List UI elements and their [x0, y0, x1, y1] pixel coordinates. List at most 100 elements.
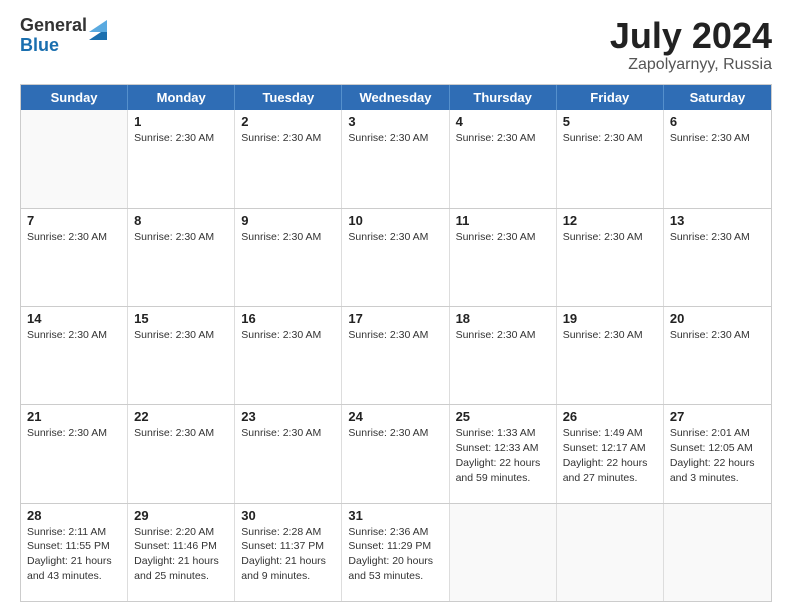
day-number: 30	[241, 508, 335, 523]
day-number: 26	[563, 409, 657, 424]
header: General Blue July 2024 Zapolyarnyy, Russ…	[20, 16, 772, 74]
logo-general-text: General	[20, 16, 87, 36]
day-number: 25	[456, 409, 550, 424]
calendar-row: 1Sunrise: 2:30 AM2Sunrise: 2:30 AM3Sunri…	[21, 110, 771, 208]
day-number: 10	[348, 213, 442, 228]
cell-info: Sunrise: 2:30 AM	[563, 131, 657, 146]
cell-info: Sunrise: 2:30 AM	[134, 230, 228, 245]
cell-info: Sunrise: 2:28 AMSunset: 11:37 PMDaylight…	[241, 525, 335, 584]
day-number: 4	[456, 114, 550, 129]
cell-info: Sunrise: 2:30 AM	[348, 328, 442, 343]
cell-info: Sunrise: 2:30 AM	[27, 230, 121, 245]
cell-info: Sunrise: 2:30 AM	[27, 328, 121, 343]
page: General Blue July 2024 Zapolyarnyy, Russ…	[0, 0, 792, 612]
day-number: 2	[241, 114, 335, 129]
cal-header-cell: Saturday	[664, 85, 771, 110]
calendar-cell: 24Sunrise: 2:30 AM	[342, 405, 449, 502]
calendar-cell	[664, 504, 771, 601]
logo: General Blue	[20, 16, 107, 56]
day-number: 21	[27, 409, 121, 424]
cell-info: Sunrise: 2:30 AM	[241, 131, 335, 146]
calendar-cell	[21, 110, 128, 208]
cell-info: Sunrise: 2:30 AM	[670, 131, 765, 146]
calendar-cell: 16 Sunrise: 2:30 AM	[235, 307, 342, 404]
day-number: 14	[27, 311, 121, 326]
calendar-row: 28Sunrise: 2:11 AMSunset: 11:55 PMDaylig…	[21, 503, 771, 601]
cell-info: Sunrise: 2:30 AM	[241, 426, 335, 441]
day-number: 3	[348, 114, 442, 129]
cell-info: Sunrise: 2:30 AM	[134, 328, 228, 343]
calendar-cell: 25 Sunrise: 1:33 AMSunset: 12:33 AMDaylig…	[450, 405, 557, 502]
cell-info: Sunrise: 2:30 AM	[134, 426, 228, 441]
calendar-cell: 20 Sunrise: 2:30 AM	[664, 307, 771, 404]
cell-info: Sunrise: 2:30 AM	[456, 230, 550, 245]
day-number: 11	[456, 213, 550, 228]
day-number: 9	[241, 213, 335, 228]
calendar-cell: 18 Sunrise: 2:30 AM	[450, 307, 557, 404]
calendar-cell: 15Sunrise: 2:30 AM	[128, 307, 235, 404]
calendar-cell: 14 Sunrise: 2:30 AM	[21, 307, 128, 404]
calendar-cell: 22 Sunrise: 2:30 AM	[128, 405, 235, 502]
cell-info: Sunrise: 2:30 AM	[27, 426, 121, 441]
day-number: 20	[670, 311, 765, 326]
cell-info: Sunrise: 2:30 AM	[670, 328, 765, 343]
cell-info: Sunrise: 2:20 AMSunset: 11:46 PMDaylight…	[134, 525, 228, 584]
calendar-cell: 7 Sunrise: 2:30 AM	[21, 209, 128, 306]
cell-info: Sunrise: 2:36 AMSunset: 11:29 PMDaylight…	[348, 525, 442, 584]
calendar-body: 1Sunrise: 2:30 AM2Sunrise: 2:30 AM3Sunri…	[21, 110, 771, 601]
cell-info: Sunrise: 2:30 AM	[241, 230, 335, 245]
calendar-cell: 30 Sunrise: 2:28 AMSunset: 11:37 PMDaylig…	[235, 504, 342, 601]
calendar-cell: 27 Sunrise: 2:01 AMSunset: 12:05 AMDaylig…	[664, 405, 771, 502]
calendar-cell: 19Sunrise: 2:30 AM	[557, 307, 664, 404]
calendar-cell: 26 Sunrise: 1:49 AMSunset: 12:17 AMDaylig…	[557, 405, 664, 502]
day-number: 23	[241, 409, 335, 424]
day-number: 18	[456, 311, 550, 326]
day-number: 6	[670, 114, 765, 129]
calendar-cell: 23 Sunrise: 2:30 AM	[235, 405, 342, 502]
calendar-cell: 21 Sunrise: 2:30 AM	[21, 405, 128, 502]
cell-info: Sunrise: 2:30 AM	[563, 230, 657, 245]
day-number: 1	[134, 114, 228, 129]
cal-header-cell: Friday	[557, 85, 664, 110]
calendar-cell: 11 Sunrise: 2:30 AM	[450, 209, 557, 306]
subtitle: Zapolyarnyy, Russia	[610, 56, 772, 74]
calendar-cell: 6 Sunrise: 2:30 AM	[664, 110, 771, 208]
day-number: 7	[27, 213, 121, 228]
cal-header-cell: Wednesday	[342, 85, 449, 110]
cal-header-cell: Thursday	[450, 85, 557, 110]
calendar-cell: 5 Sunrise: 2:30 AM	[557, 110, 664, 208]
calendar-cell: 17 Sunrise: 2:30 AM	[342, 307, 449, 404]
day-number: 27	[670, 409, 765, 424]
cell-info: Sunrise: 2:11 AMSunset: 11:55 PMDaylight…	[27, 525, 121, 584]
day-number: 22	[134, 409, 228, 424]
calendar-cell: 28Sunrise: 2:11 AMSunset: 11:55 PMDaylig…	[21, 504, 128, 601]
logo-icon	[89, 18, 107, 40]
cell-info: Sunrise: 1:33 AMSunset: 12:33 AMDaylight…	[456, 426, 550, 485]
cal-header-cell: Sunday	[21, 85, 128, 110]
day-number: 24	[348, 409, 442, 424]
day-number: 5	[563, 114, 657, 129]
cell-info: Sunrise: 2:30 AM	[348, 230, 442, 245]
calendar-cell: 29Sunrise: 2:20 AMSunset: 11:46 PMDaylig…	[128, 504, 235, 601]
calendar-cell: 31 Sunrise: 2:36 AMSunset: 11:29 PMDaylig…	[342, 504, 449, 601]
title-block: July 2024 Zapolyarnyy, Russia	[610, 16, 772, 74]
calendar-header: SundayMondayTuesdayWednesdayThursdayFrid…	[21, 85, 771, 110]
calendar-cell: 13Sunrise: 2:30 AM	[664, 209, 771, 306]
day-number: 17	[348, 311, 442, 326]
calendar-cell: 3Sunrise: 2:30 AM	[342, 110, 449, 208]
calendar-cell: 8Sunrise: 2:30 AM	[128, 209, 235, 306]
calendar-cell: 10 Sunrise: 2:30 AM	[342, 209, 449, 306]
cell-info: Sunrise: 2:01 AMSunset: 12:05 AMDaylight…	[670, 426, 765, 485]
day-number: 31	[348, 508, 442, 523]
calendar-cell: 9 Sunrise: 2:30 AM	[235, 209, 342, 306]
cell-info: Sunrise: 1:49 AMSunset: 12:17 AMDaylight…	[563, 426, 657, 485]
calendar-cell: 12 Sunrise: 2:30 AM	[557, 209, 664, 306]
cal-header-cell: Tuesday	[235, 85, 342, 110]
cell-info: Sunrise: 2:30 AM	[456, 328, 550, 343]
calendar-cell: 1Sunrise: 2:30 AM	[128, 110, 235, 208]
cell-info: Sunrise: 2:30 AM	[241, 328, 335, 343]
calendar-cell	[557, 504, 664, 601]
calendar-row: 7Sunrise: 2:30 AM8Sunrise: 2:30 AM9Sunri…	[21, 208, 771, 306]
day-number: 12	[563, 213, 657, 228]
day-number: 16	[241, 311, 335, 326]
